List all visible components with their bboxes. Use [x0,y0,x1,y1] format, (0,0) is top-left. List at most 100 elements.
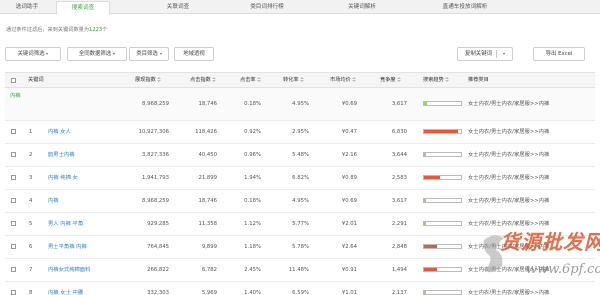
cell-clicks: 18,746 [198,198,217,204]
search-trend-fill [424,222,427,225]
search-trend-bar [423,290,462,295]
row-checkbox[interactable] [11,244,16,249]
col-impressions[interactable]: 展现指数 [135,73,162,88]
keyword-link[interactable]: 内裤 纯棉 女 [48,167,78,189]
cell-ctr: 1.18% [244,244,261,250]
cell-category: 女士内衣/男士内衣/家居服>>内裤 [468,290,550,295]
search-trend-bar [423,244,462,249]
cell-impressions: 8,968,259 [142,198,169,204]
select-all-checkbox[interactable] [11,78,16,83]
cell-ctr: 2.45% [244,267,261,273]
col-cvr[interactable]: 转化率 [283,73,305,88]
table-header: 关键词 展现指数 点击指数 点击率 转化率 市场均价 竞争度 搜索趋势 推荐类目 [5,72,595,88]
search-trend-fill [424,130,459,133]
keyword-link[interactable]: 内裤 [48,190,59,212]
cell-competition: 2,137 [391,290,407,295]
cell-cvr: 11.48% [288,267,309,273]
search-trend-fill [424,199,427,202]
cell-cvr: 2.95% [292,129,309,135]
cell-cvr: 5.78% [292,244,309,250]
tab-related-word[interactable]: 关联词查 [148,1,208,14]
add-keyword-button[interactable]: 复制关键词 [457,47,513,61]
cell-clicks: 11,358 [198,221,217,227]
keyword-link[interactable]: 内裤女式纯棉面料 [48,259,90,281]
export-excel-button[interactable]: 导出 Excel [533,47,585,61]
row-checkbox[interactable] [11,267,16,272]
cell-ctr: 0.18% [244,101,261,107]
col-price[interactable]: 市场均价 [330,73,357,88]
summary-row[interactable]: 内裤 8,968,259 18,746 0.18% 4.95% ¥0.69 3,617 女士内… [5,88,595,121]
cell-price: ¥2.01 [341,221,357,227]
row-checkbox[interactable] [11,129,16,134]
col-keyword[interactable]: 关键词 [28,73,44,88]
cell-ctr: 1.94% [244,175,261,181]
app-root: 选词助手 搜索词查 关联词查 类目词排行榜 关键词解析 直通车投放词解析 通过条… [0,0,600,295]
row-checkbox[interactable] [11,221,16,226]
search-trend-fill [424,102,427,105]
cell-impressions: 929,285 [147,221,169,227]
table-row[interactable]: 2 韵男士内裤 3,827,336 40,450 0.96% 5.48% ¥2.16 3,64… [5,144,595,167]
all-data-filter-dropdown[interactable]: 全同数据筛选 [67,47,127,61]
search-trend-bar [423,221,462,226]
keyword-link[interactable]: 男人 内裤 平角 [48,213,83,235]
tab-search-word[interactable]: 搜索词查 [56,1,110,15]
row-checkbox[interactable] [11,152,16,157]
row-checkbox[interactable] [11,198,16,203]
summary-label: 内裤 [10,93,21,99]
table-row[interactable]: 7 内裤女式纯棉面料 266,822 6,782 2.45% 11.48% ¥0.91 1,4… [5,259,595,282]
tab-keyword-analysis[interactable]: 关键词解析 [334,1,390,14]
cell-impressions: 3,827,336 [142,152,169,158]
col-ctr[interactable]: 点击率 [240,73,262,88]
search-trend-bar [423,198,462,203]
cell-cvr: 4.95% [292,101,309,107]
keyword-link[interactable]: 内裤 女人 [48,121,71,143]
tab-word-helper[interactable]: 选词助手 [2,1,52,14]
row-checkbox[interactable] [11,175,16,180]
col-trend[interactable]: 搜索趋势 [423,73,450,88]
table-row[interactable]: 1 内裤 女人 10,927,306 118,426 0.92% 2.95% ¥0.47 6,… [5,121,595,144]
search-trend-bar [423,129,462,134]
table-row[interactable]: 8 内裤 女士 中腰 332,303 5,969 1.40% 6.59% ¥1.01 2,13… [5,282,595,295]
cell-clicks: 40,450 [198,152,217,158]
region-view-button[interactable]: 地域透视 [174,47,214,61]
cell-category: 女士内衣/男士内衣/家居服>>内裤 [468,267,550,273]
cell-category: 女士内衣/男士内衣/家居服>>内裤 [468,244,550,250]
cell-cvr: 5.77% [292,221,309,227]
chevron-down-icon [113,52,116,55]
table-body: 内裤 8,968,259 18,746 0.18% 4.95% ¥0.69 3,617 女士内… [5,88,595,295]
search-trend-fill [424,153,427,156]
cell-ctr: 0.92% [244,129,261,135]
tab-category-ranking[interactable]: 类目词排行榜 [232,1,302,14]
cell-cvr: 4.95% [292,198,309,204]
search-trend-fill [424,245,437,248]
search-trend-fill [424,291,427,294]
tab-ztc-analysis[interactable]: 直通车投放词解析 [420,1,510,14]
table-row[interactable]: 3 内裤 纯棉 女 1,941,793 21,899 1.94% 6.82% ¥0.89 2,… [5,167,595,190]
cell-price: ¥0.69 [341,198,357,204]
cell-competition: 2,291 [391,221,407,227]
row-checkbox[interactable] [11,290,16,295]
cell-cvr: 5.48% [292,152,309,158]
keyword-link[interactable]: 男士平角裤 内裤 [48,236,87,258]
category-filter-dropdown[interactable]: 类目筛选 [129,47,169,61]
cell-clicks: 118,426 [195,129,217,135]
table-row[interactable]: 6 男士平角裤 内裤 764,845 9,899 1.18% 5.78% ¥2.64 2,84… [5,236,595,259]
table-row[interactable]: 4 内裤 8,968,259 18,746 0.18% 4.95% ¥0.69 3,617 女士… [5,190,595,213]
col-competition[interactable]: 竞争度 [380,73,402,88]
cell-competition: 3,617 [391,101,407,107]
cell-impressions: 764,845 [147,244,169,250]
keyword-filter-dropdown[interactable]: 关键词筛选 [5,47,61,61]
cell-price: ¥0.91 [341,267,357,273]
cell-competition: 6,830 [391,129,407,135]
keyword-link[interactable]: 韵男士内裤 [48,144,75,166]
cell-clicks: 9,899 [201,244,217,250]
sort-icon [397,76,402,83]
chevron-down-icon [159,52,162,55]
cell-clicks: 18,746 [198,101,217,107]
keyword-link[interactable]: 内裤 女士 中腰 [48,282,83,295]
cell-price: ¥2.64 [341,244,357,250]
col-clicks[interactable]: 点击指数 [190,73,217,88]
cell-ctr: 1.12% [244,221,261,227]
table-row[interactable]: 5 男人 内裤 平角 929,285 11,358 1.12% 5.77% ¥2.01 2,2… [5,213,595,236]
cell-competition: 2,848 [391,244,407,250]
